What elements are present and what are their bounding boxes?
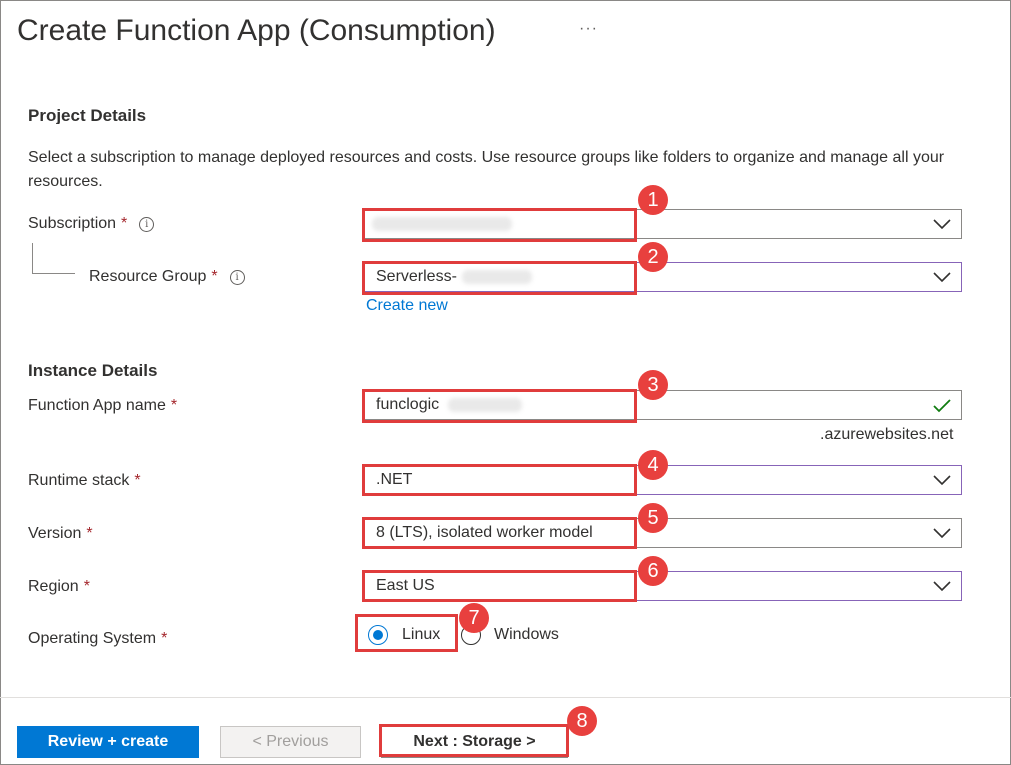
resource-group-label: Resource Group * i bbox=[89, 268, 245, 286]
annotation-box-8 bbox=[379, 724, 569, 757]
required-marker: * bbox=[86, 525, 93, 542]
page-title: Create Function App (Consumption) bbox=[17, 14, 496, 47]
annotation-badge-2: 2 bbox=[638, 242, 668, 272]
info-icon[interactable]: i bbox=[139, 217, 155, 232]
required-marker: * bbox=[121, 215, 128, 232]
runtime-stack-label: Runtime stack * bbox=[28, 472, 141, 489]
annotation-badge-7: 7 bbox=[459, 603, 489, 633]
annotation-box-6 bbox=[362, 570, 637, 602]
required-marker: * bbox=[161, 630, 168, 647]
required-marker: * bbox=[83, 578, 90, 595]
window-frame bbox=[0, 0, 1011, 765]
project-details-heading: Project Details bbox=[28, 106, 147, 124]
chevron-down-icon bbox=[933, 475, 951, 486]
info-icon[interactable]: i bbox=[229, 270, 245, 285]
annotation-box-3 bbox=[362, 389, 637, 423]
operating-system-label: Operating System * bbox=[28, 630, 168, 647]
annotation-box-7 bbox=[355, 614, 458, 652]
required-marker: * bbox=[170, 397, 178, 414]
instance-details-heading: Instance Details bbox=[28, 361, 158, 380]
required-marker: * bbox=[211, 268, 218, 285]
subscription-label: Subscription * i bbox=[28, 215, 155, 233]
tree-connector bbox=[32, 273, 75, 274]
review-create-button[interactable]: Review + create bbox=[17, 726, 199, 758]
annotation-box-2 bbox=[362, 261, 637, 295]
annotation-badge-3: 3 bbox=[638, 370, 668, 400]
annotation-badge-8: 8 bbox=[567, 706, 597, 736]
version-label: Version * bbox=[28, 525, 93, 542]
annotation-badge-6: 6 bbox=[638, 556, 668, 586]
annotation-box-1 bbox=[362, 208, 637, 242]
chevron-down-icon bbox=[933, 272, 951, 283]
domain-suffix: .azurewebsites.net bbox=[820, 426, 954, 443]
more-options-button[interactable]: ··· bbox=[579, 20, 598, 38]
previous-button[interactable]: < Previous bbox=[220, 726, 361, 758]
create-new-link[interactable]: Create new bbox=[366, 297, 448, 315]
region-label: Region * bbox=[28, 578, 90, 595]
required-marker: * bbox=[134, 472, 141, 489]
annotation-badge-1: 1 bbox=[638, 185, 668, 215]
annotation-box-5 bbox=[362, 517, 637, 549]
os-windows-label[interactable]: Windows bbox=[494, 626, 559, 644]
annotation-badge-4: 4 bbox=[638, 450, 668, 480]
tree-connector bbox=[32, 243, 33, 273]
function-app-name-label: Function App name * bbox=[28, 397, 178, 414]
chevron-down-icon bbox=[933, 581, 951, 592]
annotation-box-4 bbox=[362, 464, 637, 496]
chevron-down-icon bbox=[933, 219, 951, 230]
project-details-description: Select a subscription to manage deployed… bbox=[28, 149, 945, 190]
chevron-down-icon bbox=[933, 528, 951, 539]
annotation-badge-5: 5 bbox=[638, 503, 668, 533]
footer-divider bbox=[0, 697, 1011, 698]
checkmark-icon bbox=[933, 399, 951, 413]
